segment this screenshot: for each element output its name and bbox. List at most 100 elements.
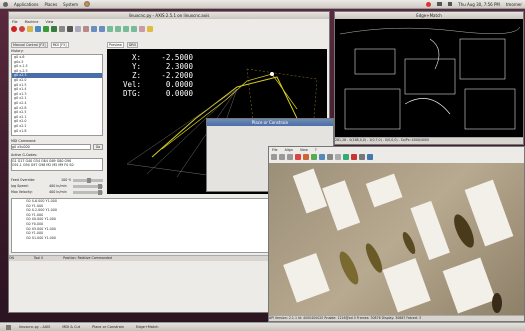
stop-icon[interactable]	[67, 26, 73, 32]
specimen-label-7	[442, 257, 496, 314]
camera-window: File Align View ? API Version: 2.1.1 Id:…	[268, 146, 525, 322]
active-gcodes-line-2: G91.1 G94 G97 G98 M2 M5 M9 F0 S0	[12, 163, 74, 167]
user-menu[interactable]: tmorner	[506, 2, 522, 7]
menu-view[interactable]: View	[45, 20, 53, 24]
insect-specimen-5	[492, 293, 502, 313]
edge-curve-3	[429, 38, 440, 70]
camera-menu-align[interactable]: Align	[285, 148, 293, 152]
edge-detect-icon[interactable]	[303, 154, 309, 160]
view-z-icon[interactable]	[107, 26, 113, 32]
open-file-icon[interactable]	[27, 26, 33, 32]
camera-image[interactable]	[269, 163, 524, 315]
feed-override-thumb[interactable]	[87, 178, 91, 183]
tab-preview[interactable]: Preview	[107, 42, 124, 48]
optional-stop-icon[interactable]	[83, 26, 89, 32]
camera-menu-file[interactable]: File	[272, 148, 278, 152]
clock[interactable]: Thu Aug 30, 7:56 PM	[458, 2, 500, 7]
blur-icon[interactable]	[319, 154, 325, 160]
camera-menu-view[interactable]: View	[300, 148, 308, 152]
left-tabs: Manual Control [F3] MDI [F5]	[11, 42, 105, 48]
tab-dro[interactable]: DRO	[126, 42, 139, 48]
dialog-title[interactable]: Place or Constrain	[207, 119, 333, 126]
mdi-go-button[interactable]: Go	[93, 144, 103, 150]
view-y-icon[interactable]	[123, 26, 129, 32]
edge-blob-2	[404, 58, 456, 95]
axis-window-title[interactable]: linuxcnc.py - AXIS 2.5.1 on linuxcnc.axi…	[9, 12, 329, 19]
taskbar-item-edges[interactable]: Edge+Match	[136, 325, 158, 329]
record-icon[interactable]	[351, 154, 357, 160]
menu-places[interactable]: Places	[44, 2, 57, 7]
zoom-out-icon[interactable]	[279, 154, 285, 160]
max-velocity-slider[interactable]	[73, 190, 103, 195]
feed-override-slider[interactable]	[73, 178, 103, 183]
network-icon[interactable]	[437, 2, 443, 6]
edge-curve-2	[404, 98, 451, 115]
estop-icon[interactable]	[11, 26, 17, 32]
max-velocity-value: 400 in/min	[49, 190, 67, 194]
volume-icon[interactable]	[448, 2, 453, 6]
active-gcodes-box: G1 G17 G40 G54 G64 G69 G80 G90 G91.1 G94…	[11, 158, 103, 171]
specimen-label-3	[410, 200, 450, 261]
jog-speed-thumb[interactable]	[98, 184, 102, 189]
feed-override-label: Feed Override:	[11, 178, 36, 182]
history-item[interactable]: g0 x1.8	[12, 129, 102, 134]
edge-blob-4	[344, 88, 401, 130]
clear-plot-icon[interactable]	[147, 26, 153, 32]
gray-icon[interactable]	[335, 154, 341, 160]
max-velocity-thumb[interactable]	[98, 190, 102, 195]
max-velocity-label: Max Velocity:	[11, 190, 33, 194]
zoom-in-icon[interactable]	[91, 26, 97, 32]
zoom-out-icon[interactable]	[99, 26, 105, 32]
zoom-fit-icon[interactable]	[287, 154, 293, 160]
show-desktop-icon[interactable]	[6, 324, 11, 330]
bottom-panel: linuxcnc.py - AXIS MDI & Cut Place or Co…	[0, 322, 525, 331]
power-icon[interactable]	[19, 26, 25, 32]
step-icon[interactable]	[51, 26, 57, 32]
grid-line-5	[126, 163, 208, 176]
zoom-in-icon[interactable]	[271, 154, 277, 160]
tab-manual-control[interactable]: Manual Control [F3]	[11, 42, 48, 48]
settings-icon[interactable]	[359, 154, 365, 160]
help-icon[interactable]	[367, 154, 373, 160]
specimen-label-2	[322, 180, 361, 231]
rotate-icon[interactable]	[139, 26, 145, 32]
insect-specimen-4	[454, 214, 474, 248]
view-x-icon[interactable]	[115, 26, 121, 32]
active-gcodes-label: Active G-Codes:	[11, 153, 38, 157]
menu-system[interactable]: System	[63, 2, 78, 7]
edges-status-bar: 281,28 - 0(188,0,0) - 1(0,7,0) - 0(0,0,0…	[335, 137, 523, 144]
top-panel: Applications Places System Thu Aug 30, 7…	[0, 0, 525, 9]
tool-cone-icon	[270, 72, 274, 76]
pause-icon[interactable]	[59, 26, 65, 32]
gnome-foot-icon[interactable]	[3, 1, 8, 7]
menu-machine[interactable]: Machine	[25, 20, 39, 24]
edges-window-title[interactable]: Edge+Match	[335, 12, 523, 19]
taskbar-item-mdi[interactable]: MDI & Cut	[62, 325, 80, 329]
block-delete-icon[interactable]	[75, 26, 81, 32]
crosshair-icon[interactable]	[295, 154, 301, 160]
update-icon[interactable]	[426, 1, 432, 7]
jog-speed-label: Jog Speed:	[11, 184, 29, 188]
menu-applications[interactable]: Applications	[14, 2, 38, 7]
contrast-icon[interactable]	[327, 154, 333, 160]
reload-icon[interactable]	[35, 26, 41, 32]
tab-mdi[interactable]: MDI [F5]	[50, 42, 69, 48]
camera-menu-help[interactable]: ?	[315, 148, 317, 152]
browser-launcher-icon[interactable]	[84, 1, 91, 7]
edge-blob-3	[459, 38, 506, 80]
history-label: History:	[11, 49, 24, 53]
axis-toolbar	[9, 25, 329, 33]
mdi-command-label: MDI Command:	[11, 139, 37, 143]
run-icon[interactable]	[43, 26, 49, 32]
jog-speed-slider[interactable]	[73, 184, 103, 189]
threshold-icon[interactable]	[311, 154, 317, 160]
mdi-command-input[interactable]: g0 x5u000	[11, 144, 91, 150]
menu-file[interactable]: File	[12, 20, 18, 24]
taskbar-item-place[interactable]: Place or Constrain	[92, 325, 124, 329]
feed-override-value: 100 %	[61, 178, 72, 182]
view-p-icon[interactable]	[131, 26, 137, 32]
history-list[interactable]: g0 x-6 g0x-5 g0 x-1.5 g0 y-2.5 g0 x2.3 g0 x2.…	[11, 54, 103, 136]
status-machine: ON	[9, 256, 14, 260]
taskbar-item-axis[interactable]: linuxcnc.py - AXIS	[19, 325, 50, 329]
capture-icon[interactable]	[343, 154, 349, 160]
